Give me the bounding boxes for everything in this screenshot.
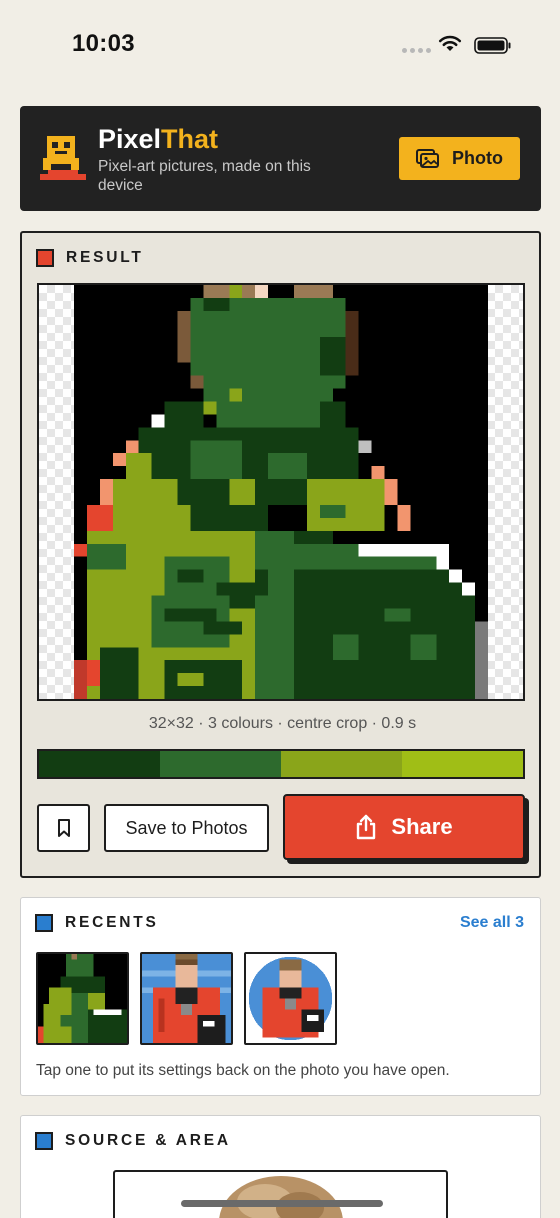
battery-icon (474, 37, 511, 54)
app-tagline: Pixel-art pictures, made on this device (98, 158, 311, 194)
app-header: PixelThat Pixel-art pictures, made on th… (20, 106, 541, 211)
recents-card: RECENTS See all 3 Tap one to put its set… (20, 897, 541, 1096)
source-card: SOURCE & AREA (20, 1115, 541, 1218)
palette-swatch (402, 751, 523, 777)
save-to-photos-button[interactable]: Save to Photos (104, 804, 269, 852)
recent-thumb-circle[interactable] (244, 952, 337, 1045)
pixel-art-image (74, 285, 488, 699)
source-title: SOURCE & AREA (65, 1132, 231, 1149)
recent-thumb-green[interactable] (36, 952, 129, 1045)
share-button-label: Share (391, 814, 453, 839)
palette-strip (37, 749, 525, 779)
source-marker-icon (35, 1132, 53, 1150)
palette-swatch (281, 751, 402, 777)
photo-button[interactable]: Photo (399, 137, 520, 180)
pixel-preview[interactable] (37, 283, 525, 701)
recents-hint: Tap one to put its settings back on the … (36, 1062, 450, 1079)
app-logo-icon (40, 136, 86, 180)
status-bar: 10:03 (0, 0, 560, 90)
source-image-frame[interactable] (113, 1170, 448, 1218)
app-title-second: That (161, 124, 219, 154)
recents-title: RECENTS (65, 914, 159, 931)
recents-marker-icon (35, 914, 53, 932)
result-marker-icon (36, 249, 54, 267)
source-photo (181, 1176, 383, 1218)
result-heading: RESULT (36, 249, 144, 267)
recent-thumb-orange[interactable] (140, 952, 233, 1045)
result-card: RESULT 32×32 · 3 colours · centre crop ·… (20, 231, 541, 878)
recent-green-image (38, 954, 127, 1043)
recent-circle-image (246, 954, 335, 1043)
recents-heading: RECENTS (35, 914, 159, 932)
palette-swatch (160, 751, 281, 777)
wifi-icon (438, 35, 462, 51)
photo-button-label: Photo (452, 148, 503, 168)
app-title-first: Pixel (98, 124, 162, 154)
bookmark-icon (57, 819, 70, 837)
bookmark-button[interactable] (37, 804, 90, 852)
see-all-link[interactable]: See all 3 (460, 914, 524, 932)
share-button[interactable]: Share (283, 794, 525, 860)
result-title: RESULT (66, 249, 144, 266)
signal-icon (402, 48, 431, 53)
app-title: PixelThat (98, 124, 218, 155)
result-meta: 32×32 · 3 colours · centre crop · 0.9 s (148, 715, 417, 732)
recents-list (36, 952, 337, 1045)
status-time: 10:03 (72, 30, 135, 57)
photo-icon (416, 148, 439, 168)
recent-orange-image (142, 954, 231, 1043)
share-icon (357, 814, 376, 840)
source-heading: SOURCE & AREA (35, 1132, 231, 1150)
palette-swatch (39, 751, 160, 777)
